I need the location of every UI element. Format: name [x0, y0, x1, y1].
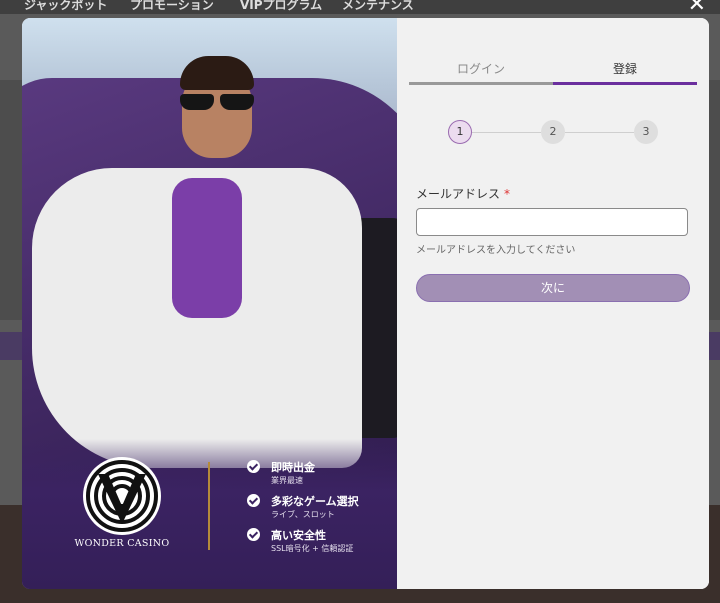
step-indicator: 1 2 3 — [448, 120, 658, 146]
background-banner-right — [708, 80, 720, 320]
bg-nav-item-promotion: プロモーション — [130, 0, 214, 12]
feature-subtitle: SSL暗号化 + 信頼認証 — [271, 544, 354, 553]
hair-shape — [180, 56, 254, 90]
close-icon[interactable]: ✕ — [688, 0, 706, 16]
feature-subtitle: ライブ、スロット — [271, 510, 335, 519]
sunglasses-shape — [178, 94, 256, 110]
email-hint: メールアドレスを入力してください — [416, 245, 576, 256]
feature-title: 高い安全性 — [271, 529, 326, 542]
hero-image: WONDER CASINO 即時出金 業界最速 多彩なゲーム選択 ライブ、スロッ… — [22, 18, 397, 589]
step-3: 3 — [634, 120, 658, 144]
email-label: メールアドレス * — [416, 185, 510, 202]
bg-nav-item-vip: VIPプログラム — [240, 0, 323, 12]
check-icon — [247, 528, 260, 541]
step-connector — [565, 132, 634, 133]
background-banner-left — [0, 80, 22, 320]
tab-login[interactable]: ログイン — [409, 58, 553, 85]
email-label-text: メールアドレス — [416, 187, 501, 201]
next-button[interactable]: 次に — [416, 274, 690, 302]
hero-divider — [208, 462, 210, 550]
email-input[interactable] — [416, 208, 688, 236]
brand-name: WONDER CASINO — [74, 538, 170, 549]
auth-tabs: ログイン 登録 — [409, 58, 697, 86]
required-mark: * — [504, 187, 511, 201]
step-1: 1 — [448, 120, 472, 144]
step-2: 2 — [541, 120, 565, 144]
step-connector — [472, 132, 541, 133]
wonder-casino-logo — [83, 457, 161, 535]
feature-title: 多彩なゲーム選択 — [271, 495, 359, 508]
tab-register[interactable]: 登録 — [553, 58, 697, 85]
bg-nav-item-maintenance: メンテナンス — [342, 0, 414, 12]
bg-nav-item-jackpot: ジャックポット — [24, 0, 108, 12]
shirt-shape — [172, 178, 242, 318]
feature-title: 即時出金 — [271, 461, 315, 474]
check-icon — [247, 460, 260, 473]
form-panel: ログイン 登録 1 2 3 メールアドレス * メールアドレスを入力してください … — [397, 18, 709, 589]
feature-subtitle: 業界最速 — [271, 476, 303, 485]
registration-modal: WONDER CASINO 即時出金 業界最速 多彩なゲーム選択 ライブ、スロッ… — [22, 18, 709, 589]
check-icon — [247, 494, 260, 507]
background-nav: ジャックポット プロモーション VIPプログラム メンテナンス — [0, 0, 720, 14]
